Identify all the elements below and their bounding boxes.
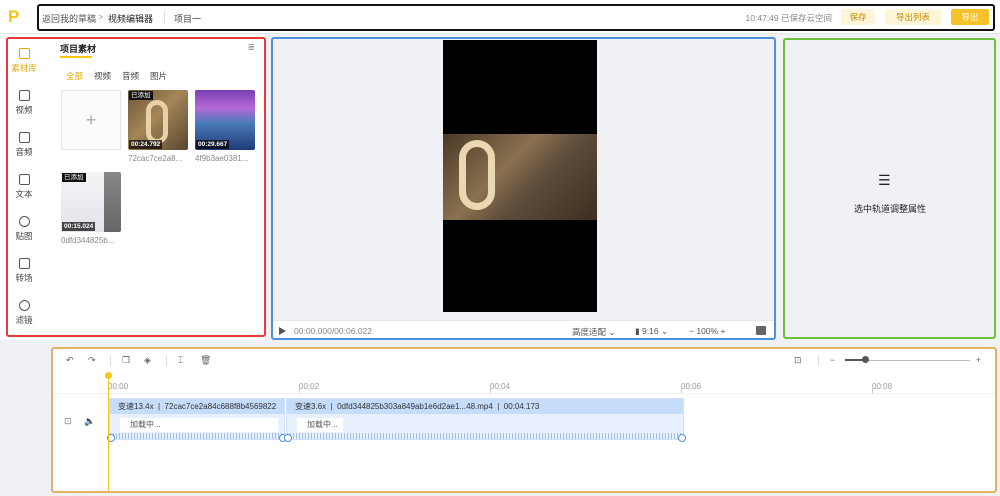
- app-logo: P: [8, 7, 20, 26]
- timeline-outline: [51, 347, 997, 493]
- material-panel-outline: [6, 37, 266, 337]
- properties-outline: [783, 38, 996, 339]
- top-bar-outline: [37, 4, 995, 31]
- preview-outline: [271, 37, 776, 340]
